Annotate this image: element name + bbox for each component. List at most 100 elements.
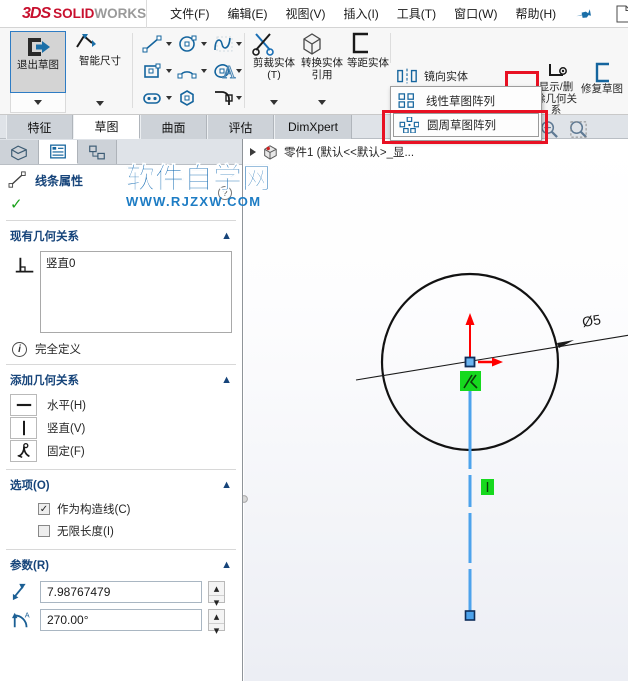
exit-sketch-button[interactable]: 退出草图: [10, 31, 66, 93]
arc-dropdown[interactable]: [198, 59, 210, 83]
expand-triangle-icon[interactable]: [250, 148, 256, 156]
existing-relations-list[interactable]: 竖直0: [40, 251, 232, 333]
options-heading: 选项(O): [10, 480, 50, 492]
feature-tree-root-label[interactable]: 零件1 (默认<<默认>_显...: [284, 144, 414, 160]
parameters-header[interactable]: 参数(R) ▲: [0, 551, 242, 578]
new-document-icon[interactable]: [616, 5, 628, 23]
chevron-up-icon: ▲: [221, 374, 232, 386]
trim-entities-button[interactable]: 剪裁实体(T): [250, 31, 298, 81]
text-icon[interactable]: A: [216, 59, 242, 83]
chevron-down-icon: [270, 100, 278, 105]
menu-edit[interactable]: 编辑(E): [218, 1, 276, 26]
menu-view[interactable]: 视图(V): [276, 1, 334, 26]
property-manager-tab[interactable]: [39, 140, 78, 164]
relation-vertical[interactable]: [10, 416, 37, 439]
exit-sketch-dropdown[interactable]: [10, 93, 66, 113]
option-construction-line-row[interactable]: ✓ 作为构造线(C): [0, 498, 242, 520]
stepper-down-icon[interactable]: ▾: [209, 623, 224, 637]
circle-dropdown[interactable]: [198, 32, 210, 56]
origin-axis-y-arrow: [465, 313, 475, 325]
offset-entities-button[interactable]: 等距实体: [346, 31, 390, 70]
chevron-up-icon: ▲: [221, 230, 232, 242]
add-relations-header[interactable]: 添加几何关系 ▲: [0, 366, 242, 393]
polygon-icon[interactable]: [175, 86, 201, 110]
length-stepper[interactable]: ▴ ▾: [208, 581, 225, 609]
point-icon[interactable]: [216, 86, 242, 110]
vertical-line-icon: [22, 420, 25, 435]
stepper-up-icon[interactable]: ▴: [209, 610, 224, 623]
menu-bar: 3DS SOLID WORKS 文件(F) 编辑(E) 视图(V) 插入(I) …: [0, 0, 628, 28]
line-dropdown[interactable]: [163, 32, 175, 56]
relation-fix-label: 固定(F): [47, 445, 85, 458]
length-icon: [10, 581, 34, 603]
mirror-entities-button[interactable]: 镜向实体: [396, 66, 468, 86]
smart-dimension-dropdown[interactable]: [72, 93, 128, 113]
convert-entities-label: 转换实体引用: [301, 57, 343, 81]
options-header[interactable]: 选项(O) ▲: [0, 471, 242, 498]
sketch-canvas[interactable]: Ø5: [244, 139, 628, 681]
chevron-down-icon: [166, 96, 172, 100]
rectangle-dropdown[interactable]: [163, 59, 175, 83]
trim-entities-dropdown[interactable]: [250, 96, 298, 108]
chevron-down-icon: [96, 100, 104, 106]
list-item[interactable]: 竖直0: [46, 258, 75, 270]
menu-file[interactable]: 文件(F): [161, 1, 218, 26]
stepper-down-icon[interactable]: ▾: [209, 595, 224, 609]
part-icon: [264, 145, 277, 160]
menu-insert[interactable]: 插入(I): [334, 1, 387, 26]
angle-field-row[interactable]: A 270.00° ▴ ▾: [0, 606, 242, 637]
relation-horizontal-row[interactable]: 水平(H): [0, 393, 242, 416]
offset-entities-label: 等距实体: [347, 57, 389, 69]
logo-ds-text: 3DS: [22, 4, 51, 22]
relation-vertical-row[interactable]: 竖直(V): [0, 416, 242, 439]
option-construction-line[interactable]: ✓: [38, 503, 50, 515]
green-check-icon[interactable]: ✓: [0, 191, 242, 219]
length-field-row[interactable]: 7.98767479 ▴ ▾: [0, 578, 242, 609]
pushpin-icon[interactable]: [574, 3, 595, 24]
option-infinite-length-row[interactable]: 无限长度(I): [0, 520, 242, 542]
tab-evaluate[interactable]: 评估: [207, 115, 274, 139]
menu-tools[interactable]: 工具(T): [388, 1, 445, 26]
configuration-manager-tab[interactable]: [78, 140, 117, 164]
parameters-heading: 参数(R): [10, 560, 49, 572]
angle-stepper[interactable]: ▴ ▾: [208, 609, 225, 637]
relation-horizontal[interactable]: [10, 393, 37, 416]
sketch-pattern-dropdown-menu: 线性草图阵列 圆周草图阵列: [390, 86, 542, 141]
convert-entities-dropdown[interactable]: [298, 96, 346, 108]
smart-dimension-label: 智能尺寸: [79, 55, 121, 67]
menu-circular-sketch-pattern[interactable]: 圆周草图阵列: [393, 113, 539, 137]
existing-relations-header[interactable]: 现有几何关系 ▲: [0, 222, 242, 249]
smart-dimension-button[interactable]: 智能尺寸: [72, 31, 128, 68]
grid-icon[interactable]: [212, 32, 238, 56]
ribbon-divider-3: [390, 33, 391, 63]
divider: [6, 549, 236, 550]
origin-axis-x-arrow: [492, 357, 503, 367]
menu-window[interactable]: 窗口(W): [445, 1, 506, 26]
diameter-arrow: [557, 340, 574, 348]
tab-sketch[interactable]: 草图: [73, 115, 140, 139]
trim-entities-label: 剪裁实体(T): [253, 57, 295, 81]
convert-entities-button[interactable]: 转换实体引用: [298, 31, 346, 81]
option-infinite-length[interactable]: [38, 525, 50, 537]
zoom-to-area-icon[interactable]: [569, 120, 588, 139]
feature-manager-tab[interactable]: [0, 140, 39, 164]
relation-fix-row[interactable]: 固定(F): [0, 439, 242, 462]
relation-fix[interactable]: [10, 439, 37, 462]
length-field[interactable]: 7.98767479: [40, 581, 202, 603]
show-delete-relations-icon: [549, 64, 567, 76]
graphics-area[interactable]: Ø5: [244, 139, 628, 681]
angle-field[interactable]: 270.00°: [40, 609, 202, 631]
slot-dropdown[interactable]: [163, 86, 175, 110]
menu-help[interactable]: 帮助(H): [506, 1, 565, 26]
relation-vertical-label: 竖直(V): [47, 422, 86, 435]
question-mark-icon[interactable]: ?: [218, 186, 232, 200]
tab-dimxpert[interactable]: DimXpert: [274, 115, 352, 139]
repair-sketch-button[interactable]: 修复草图: [580, 62, 624, 96]
zoom-to-fit-icon[interactable]: [540, 120, 559, 139]
stepper-up-icon[interactable]: ▴: [209, 582, 224, 595]
tab-surfaces[interactable]: 曲面: [140, 115, 207, 139]
chevron-down-icon: [166, 42, 172, 46]
solidworks-logo: 3DS SOLID WORKS: [0, 0, 148, 28]
menu-linear-sketch-pattern[interactable]: 线性草图阵列: [393, 89, 539, 113]
tab-features[interactable]: 特征: [6, 115, 73, 139]
